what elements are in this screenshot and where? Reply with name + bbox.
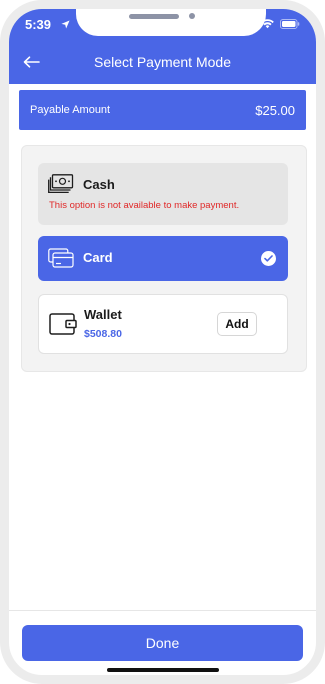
payable-amount-bar: Payable Amount $25.00: [19, 90, 306, 130]
notch: [76, 9, 266, 36]
payment-option-cash[interactable]: Cash This option is not available to mak…: [38, 163, 288, 225]
payable-amount-value: $25.00: [255, 102, 295, 118]
selected-check-icon: [261, 251, 276, 266]
wifi-icon: [261, 19, 274, 29]
signal-icon: [241, 19, 255, 29]
wallet-icon: [49, 312, 77, 341]
payment-option-wallet[interactable]: Wallet $508.80 Add: [38, 294, 288, 354]
status-icons: [241, 18, 300, 30]
payment-options-panel: Cash This option is not available to mak…: [21, 145, 307, 372]
battery-icon: [280, 19, 300, 29]
payment-option-card[interactable]: Card: [38, 236, 288, 281]
location-icon: [61, 20, 70, 29]
cash-label: Cash: [83, 177, 115, 192]
footer-divider: [9, 610, 316, 611]
done-button[interactable]: Done: [22, 625, 303, 661]
cash-unavailable-note: This option is not available to make pay…: [49, 200, 240, 211]
card-label: Card: [83, 250, 113, 265]
home-indicator: [107, 668, 219, 672]
card-icon: [48, 248, 74, 273]
payable-amount-label: Payable Amount: [30, 104, 111, 116]
page-title: Select Payment Mode: [94, 54, 231, 70]
wallet-add-button[interactable]: Add: [217, 312, 257, 336]
camera: [189, 13, 195, 19]
status-time: 5:39: [25, 17, 52, 32]
app-header: 5:39 Select Payment Mode: [9, 9, 316, 84]
cash-icon: [48, 174, 74, 199]
wallet-balance: $508.80: [84, 328, 122, 340]
speaker: [129, 14, 179, 19]
wallet-label: Wallet: [84, 307, 122, 322]
phone-frame: 5:39 Select Payment Mode Payable Amount …: [0, 0, 325, 684]
